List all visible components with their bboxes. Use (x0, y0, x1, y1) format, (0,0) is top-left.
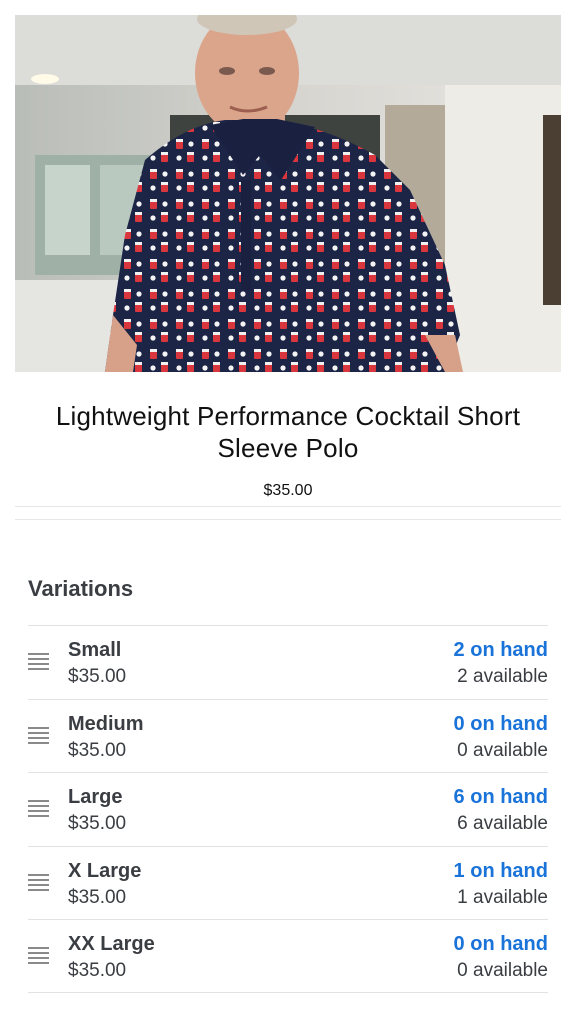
variation-price: $35.00 (68, 813, 127, 835)
variation-row-small[interactable]: Small $35.00 2 on hand 2 available (28, 625, 548, 699)
variation-price: $35.00 (68, 739, 127, 761)
product-title: Lightweight Performance Cocktail Short S… (55, 401, 521, 463)
variation-available: 6 available (457, 813, 548, 835)
product-header: Lightweight Performance Cocktail Short S… (0, 400, 576, 500)
variation-row-x-large[interactable]: X Large $35.00 1 on hand 1 available (28, 845, 548, 920)
variation-name: X Large (68, 859, 142, 882)
variation-available: 0 available (457, 960, 548, 982)
variation-on-hand[interactable]: 2 on hand (454, 639, 548, 662)
variation-name: Small (68, 639, 122, 661)
variation-on-hand[interactable]: 0 on hand (454, 713, 548, 736)
variation-price: $35.00 (68, 886, 127, 908)
variation-on-hand[interactable]: 6 on hand (454, 786, 548, 809)
divider (15, 506, 561, 507)
variation-name: Medium (68, 712, 144, 735)
product-photo (15, 15, 561, 372)
drag-handle-icon[interactable] (28, 947, 49, 965)
drag-handle-icon[interactable] (28, 800, 49, 818)
drag-handle-icon[interactable] (28, 873, 49, 892)
variation-name: XX Large (68, 933, 155, 956)
variations-list: Small $35.00 2 on hand 2 available Mediu… (28, 625, 548, 993)
product-detail-page: Lightweight Performance Cocktail Short S… (0, 0, 576, 1024)
variations-heading: Variations (28, 576, 134, 601)
variation-on-hand[interactable]: 0 on hand (454, 933, 548, 956)
drag-handle-icon[interactable] (28, 726, 49, 745)
variation-name: Large (68, 786, 123, 809)
variation-price: $35.00 (68, 960, 127, 982)
variation-row-medium[interactable]: Medium $35.00 0 on hand 0 available (28, 698, 548, 773)
product-price: $35.00 (263, 482, 313, 499)
drag-handle-icon[interactable] (28, 653, 49, 671)
variation-available: 0 available (457, 739, 548, 761)
variation-available: 1 available (457, 886, 548, 908)
variation-row-large[interactable]: Large $35.00 6 on hand 6 available (28, 772, 548, 846)
variation-row-xx-large[interactable]: XX Large $35.00 0 on hand 0 available (28, 919, 548, 993)
variation-price: $35.00 (68, 666, 127, 687)
divider (15, 519, 561, 520)
variation-on-hand[interactable]: 1 on hand (454, 860, 548, 883)
variation-available: 2 available (457, 666, 548, 687)
